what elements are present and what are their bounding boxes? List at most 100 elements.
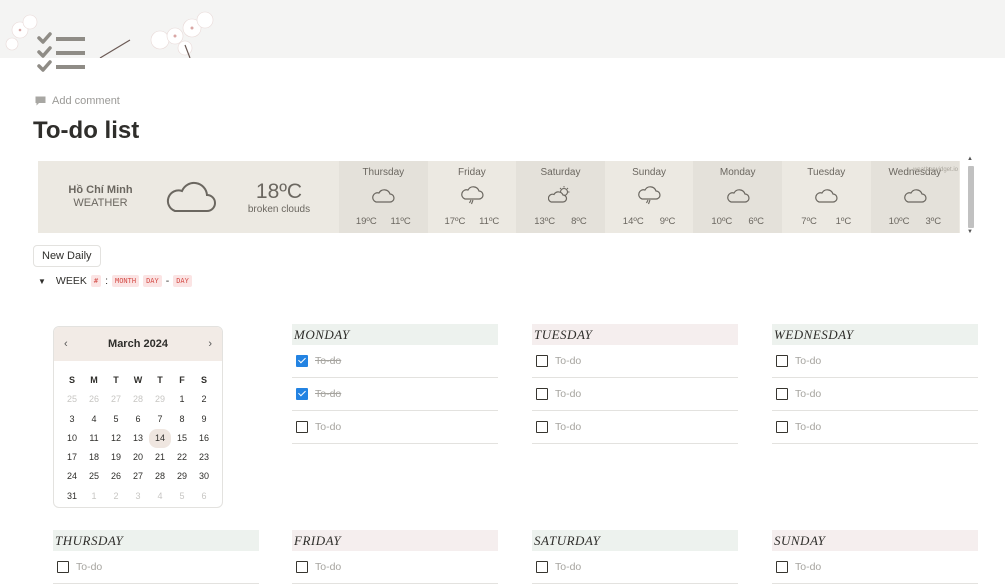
- todo-item[interactable]: To-do: [532, 411, 738, 444]
- calendar-day[interactable]: 26: [105, 467, 127, 486]
- calendar-day[interactable]: 19: [105, 448, 127, 467]
- weather-scrollbar[interactable]: ▲ ▼: [966, 156, 976, 238]
- todo-label[interactable]: To-do: [795, 561, 821, 573]
- scrollbar-thumb[interactable]: [968, 166, 974, 228]
- calendar-day[interactable]: 27: [127, 467, 149, 486]
- calendar-day[interactable]: 3: [127, 487, 149, 506]
- calendar-day[interactable]: 25: [61, 390, 83, 409]
- checklist-icon[interactable]: [36, 30, 88, 78]
- todo-label[interactable]: To-do: [315, 421, 341, 433]
- todo-label[interactable]: To-do: [555, 421, 581, 433]
- calendar-day[interactable]: 28: [149, 467, 171, 486]
- add-comment-button[interactable]: Add comment: [35, 95, 120, 107]
- calendar-day[interactable]: 28: [127, 390, 149, 409]
- calendar-day[interactable]: 5: [171, 487, 193, 506]
- calendar-day[interactable]: 25: [83, 467, 105, 486]
- calendar-day[interactable]: 15: [171, 429, 193, 448]
- calendar-day[interactable]: 22: [171, 448, 193, 467]
- todo-item[interactable]: To-do: [53, 551, 259, 584]
- todo-item[interactable]: To-do: [532, 345, 738, 378]
- calendar-day[interactable]: 9: [193, 410, 215, 429]
- calendar-grid: S M T W T F S 25 26 27 28 29 1 2 3 4 5 6 7 8 9 10 11 12 13 14 15 16…: [54, 361, 222, 506]
- todo-label[interactable]: To-do: [76, 561, 102, 573]
- new-daily-button[interactable]: New Daily: [33, 245, 101, 267]
- todo-checkbox[interactable]: [296, 388, 308, 400]
- todo-checkbox[interactable]: [536, 561, 548, 573]
- calendar-day[interactable]: 29: [149, 390, 171, 409]
- scroll-down-icon[interactable]: ▼: [967, 229, 973, 235]
- todo-checkbox[interactable]: [296, 355, 308, 367]
- forecast-high: 13ºC: [534, 216, 556, 227]
- calendar-day[interactable]: 24: [61, 467, 83, 486]
- todo-item[interactable]: To-do: [772, 345, 978, 378]
- calendar-day[interactable]: 31: [61, 487, 83, 506]
- day-header: SATURDAY: [532, 530, 738, 551]
- calendar-day[interactable]: 26: [83, 390, 105, 409]
- todo-checkbox[interactable]: [296, 421, 308, 433]
- todo-checkbox[interactable]: [776, 388, 788, 400]
- calendar-day[interactable]: 6: [193, 487, 215, 506]
- calendar-day[interactable]: 17: [61, 448, 83, 467]
- prev-month-icon[interactable]: ‹: [64, 338, 68, 350]
- calendar-day[interactable]: 18: [83, 448, 105, 467]
- calendar-day[interactable]: 1: [171, 390, 193, 409]
- page-cover: [0, 0, 1005, 58]
- todo-checkbox[interactable]: [536, 355, 548, 367]
- forecast-day-monday: Monday 10ºC 6ºC: [693, 161, 782, 233]
- weather-widget[interactable]: Hồ Chí Minh WEATHER 18ºC broken clouds T…: [38, 161, 960, 233]
- todo-label[interactable]: To-do: [795, 421, 821, 433]
- todo-item[interactable]: To-do: [532, 378, 738, 411]
- calendar-day[interactable]: 20: [127, 448, 149, 467]
- calendar-day[interactable]: 12: [105, 429, 127, 448]
- forecast-high: 7ºC: [801, 216, 817, 227]
- toggle-triangle-icon[interactable]: ▼: [38, 277, 46, 286]
- todo-label[interactable]: To-do: [555, 355, 581, 367]
- calendar-day[interactable]: 1: [83, 487, 105, 506]
- calendar-day[interactable]: 2: [105, 487, 127, 506]
- calendar-day[interactable]: 6: [127, 410, 149, 429]
- calendar-day[interactable]: 11: [83, 429, 105, 448]
- todo-label[interactable]: To-do: [795, 388, 821, 400]
- todo-label[interactable]: To-do: [555, 388, 581, 400]
- todo-label[interactable]: To-do: [315, 561, 341, 573]
- calendar-day[interactable]: 7: [149, 410, 171, 429]
- todo-item[interactable]: To-do: [292, 345, 498, 378]
- todo-checkbox[interactable]: [536, 388, 548, 400]
- calendar-day[interactable]: 30: [193, 467, 215, 486]
- calendar-day[interactable]: 14: [149, 428, 171, 449]
- calendar-day[interactable]: 16: [193, 429, 215, 448]
- todo-label[interactable]: To-do: [315, 388, 341, 400]
- calendar-day[interactable]: 10: [61, 429, 83, 448]
- todo-checkbox[interactable]: [57, 561, 69, 573]
- todo-label[interactable]: To-do: [315, 355, 341, 367]
- todo-checkbox[interactable]: [776, 421, 788, 433]
- calendar-day[interactable]: 13: [127, 429, 149, 448]
- calendar-day[interactable]: 4: [83, 410, 105, 429]
- calendar-day[interactable]: 2: [193, 390, 215, 409]
- calendar-day[interactable]: 27: [105, 390, 127, 409]
- todo-item[interactable]: To-do: [532, 551, 738, 584]
- calendar-day[interactable]: 23: [193, 448, 215, 467]
- calendar-day[interactable]: 29: [171, 467, 193, 486]
- scroll-up-icon[interactable]: ▲: [967, 156, 973, 162]
- calendar-day[interactable]: 21: [149, 448, 171, 467]
- forecast-low: 1ºC: [835, 216, 852, 227]
- todo-item[interactable]: To-do: [772, 378, 978, 411]
- todo-item[interactable]: To-do: [292, 551, 498, 584]
- todo-item[interactable]: To-do: [292, 411, 498, 444]
- todo-item[interactable]: To-do: [772, 411, 978, 444]
- todo-item[interactable]: To-do: [292, 378, 498, 411]
- todo-checkbox[interactable]: [776, 355, 788, 367]
- todo-checkbox[interactable]: [776, 561, 788, 573]
- calendar-day[interactable]: 8: [171, 410, 193, 429]
- todo-checkbox[interactable]: [536, 421, 548, 433]
- todo-label[interactable]: To-do: [555, 561, 581, 573]
- week-toggle[interactable]: ▼ WEEK # : MONTH DAY - DAY: [38, 275, 192, 287]
- calendar-day[interactable]: 3: [61, 410, 83, 429]
- next-month-icon[interactable]: ›: [208, 338, 212, 350]
- todo-item[interactable]: To-do: [772, 551, 978, 584]
- todo-label[interactable]: To-do: [795, 355, 821, 367]
- calendar-day[interactable]: 4: [149, 487, 171, 506]
- todo-checkbox[interactable]: [296, 561, 308, 573]
- calendar-day[interactable]: 5: [105, 410, 127, 429]
